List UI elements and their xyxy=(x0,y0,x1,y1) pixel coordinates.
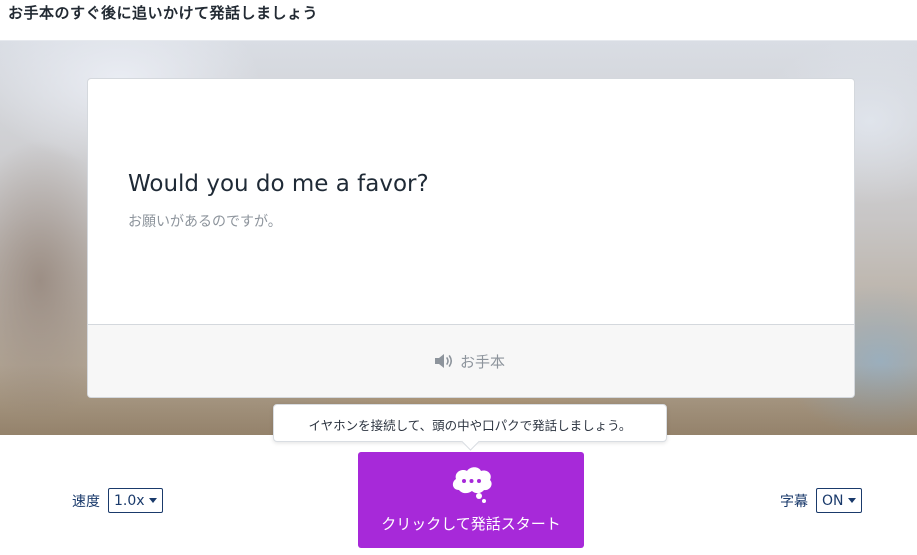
tooltip-arrow xyxy=(461,432,480,451)
sentence-card: Would you do me a favor? お願いがあるのですが。 お手本 xyxy=(87,78,855,398)
speed-value: 1.0x xyxy=(114,492,145,509)
page-title: お手本のすぐ後に追いかけて発話しましょう xyxy=(8,4,319,22)
sentence-english: Would you do me a favor? xyxy=(128,171,429,197)
subtitle-control: 字幕 ON xyxy=(780,487,862,514)
caret-down-icon xyxy=(847,498,856,503)
speaker-icon xyxy=(434,353,454,369)
background-scene: Would you do me a favor? お願いがあるのですが。 お手本 xyxy=(0,41,917,435)
sentence-japanese: お願いがあるのですが。 xyxy=(128,214,282,230)
sentence-card-body: Would you do me a favor? お願いがあるのですが。 xyxy=(88,79,854,325)
start-speaking-label: クリックして発話スタート xyxy=(381,515,561,533)
caret-down-icon xyxy=(148,498,157,503)
page: お手本のすぐ後に追いかけて発話しましょう Would you do me a f… xyxy=(0,0,917,555)
speed-select[interactable]: 1.0x xyxy=(108,488,163,513)
earphone-tooltip: イヤホンを接続して、頭の中や口パクで発話しましょう。 xyxy=(273,404,667,451)
subtitle-select[interactable]: ON xyxy=(816,488,862,513)
sentence-card-footer: お手本 xyxy=(88,325,854,397)
speed-control: 速度 1.0x xyxy=(72,487,163,514)
subtitle-value: ON xyxy=(822,492,844,509)
model-audio-button[interactable]: お手本 xyxy=(434,350,505,372)
start-speaking-button[interactable]: クリックして発話スタート xyxy=(358,452,584,548)
speech-bubble-icon xyxy=(450,466,494,508)
subtitle-label: 字幕 xyxy=(780,493,808,510)
header-bar: お手本のすぐ後に追いかけて発話しましょう xyxy=(0,0,917,41)
model-audio-label: お手本 xyxy=(460,352,506,371)
speed-label: 速度 xyxy=(72,493,100,510)
